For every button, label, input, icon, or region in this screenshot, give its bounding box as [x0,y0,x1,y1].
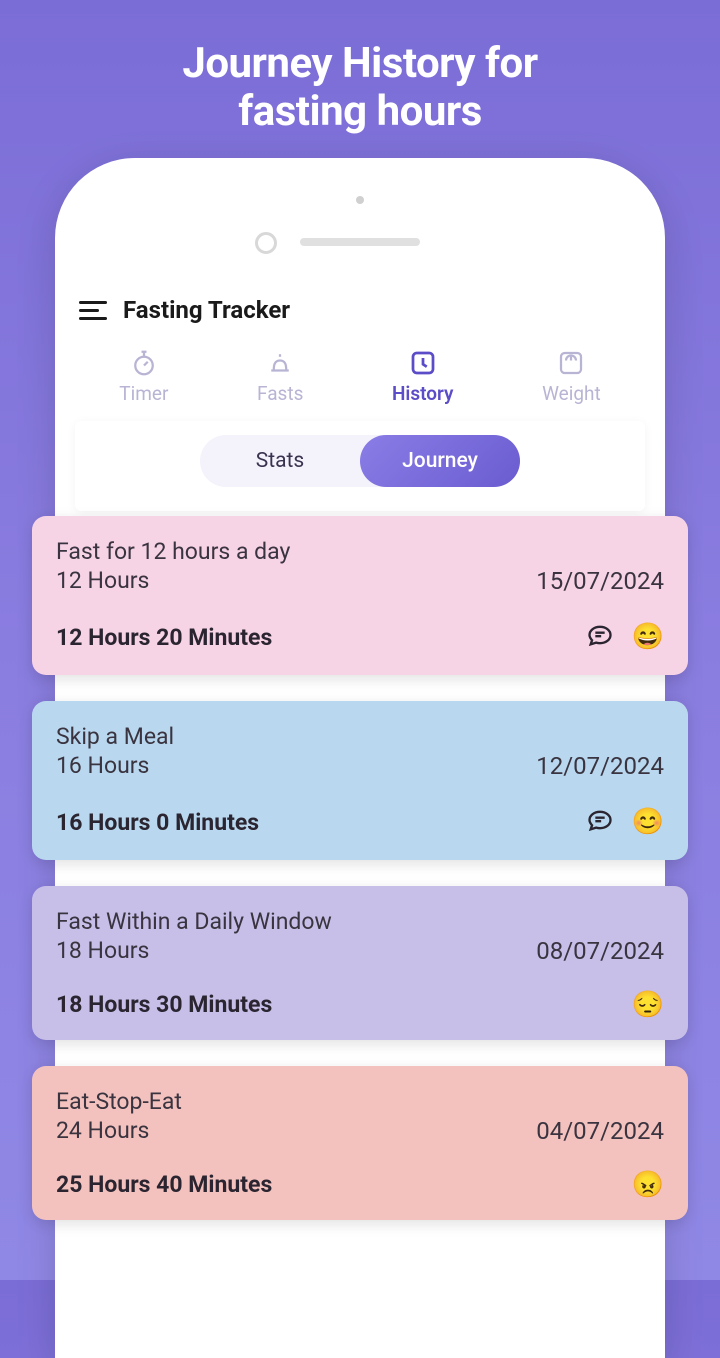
card-target: 18 Hours [56,937,149,964]
mood-emoji[interactable]: 😄 [632,624,664,650]
tab-weight[interactable]: Weight [542,348,601,405]
phone-notch-dot [356,196,364,204]
card-title: Fast for 12 hours a day [56,536,664,567]
segment-journey[interactable]: Journey [360,435,520,487]
app-title: Fasting Tracker [123,296,290,324]
journey-card[interactable]: Eat-Stop-Eat 24 Hours 04/07/2024 25 Hour… [32,1066,688,1220]
mood-emoji[interactable]: 😠 [632,1172,664,1198]
card-title: Fast Within a Daily Window [56,906,664,937]
card-target: 16 Hours [56,752,149,779]
journey-card[interactable]: Fast Within a Daily Window 18 Hours 08/0… [32,886,688,1040]
timer-icon [129,348,159,378]
promo-title: Journey History for fasting hours [0,0,720,137]
app-header: Fasting Tracker [75,288,645,344]
card-actual: 25 Hours 40 Minutes [56,1171,272,1198]
journey-card[interactable]: Fast for 12 hours a day 12 Hours 15/07/2… [32,516,688,675]
journey-list: Fast for 12 hours a day 12 Hours 15/07/2… [32,516,688,1220]
tab-timer[interactable]: Timer [119,348,168,405]
tab-label: Weight [542,382,601,405]
card-actual: 16 Hours 0 Minutes [56,809,259,836]
phone-speaker [300,238,420,246]
tab-label: Fasts [257,382,303,405]
segmented-wrap: Stats Journey [75,421,645,511]
segment-stats[interactable]: Stats [200,435,360,487]
card-actual: 18 Hours 30 Minutes [56,991,272,1018]
weight-icon [556,348,586,378]
comment-icon[interactable] [586,621,614,653]
card-date: 15/07/2024 [536,567,664,595]
journey-card[interactable]: Skip a Meal 16 Hours 12/07/2024 16 Hours… [32,701,688,860]
card-title: Skip a Meal [56,721,664,752]
bell-icon [265,348,295,378]
card-date: 12/07/2024 [536,752,664,780]
tab-fasts[interactable]: Fasts [257,348,303,405]
mood-emoji[interactable]: 😔 [632,992,664,1018]
card-title: Eat-Stop-Eat [56,1086,664,1117]
tab-label: Timer [119,382,168,405]
comment-icon[interactable] [586,806,614,838]
card-date: 08/07/2024 [536,937,664,965]
menu-icon[interactable] [79,301,107,320]
tab-history[interactable]: History [392,348,454,405]
card-date: 04/07/2024 [536,1117,664,1145]
tab-bar: Timer Fasts History Weight [75,344,645,421]
segmented-control: Stats Journey [200,435,520,487]
history-icon [408,348,438,378]
card-target: 12 Hours [56,567,149,594]
tab-label: History [392,382,454,405]
card-target: 24 Hours [56,1117,149,1144]
card-actual: 12 Hours 20 Minutes [56,624,272,651]
phone-camera [255,232,277,254]
mood-emoji[interactable]: 😊 [632,809,664,835]
